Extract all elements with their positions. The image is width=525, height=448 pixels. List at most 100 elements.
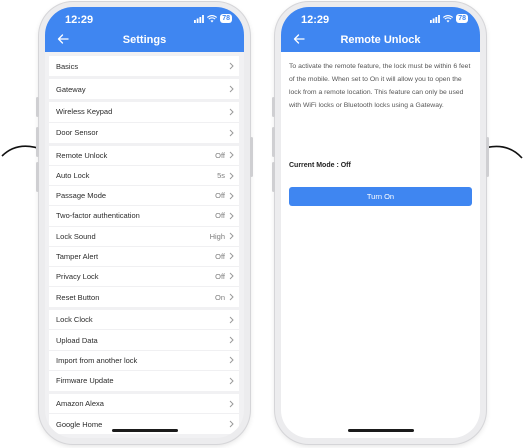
chevron-right-icon bbox=[229, 420, 234, 428]
settings-row-label: Gateway bbox=[56, 84, 86, 94]
chevron-right-icon bbox=[229, 232, 234, 240]
chevron-right-icon bbox=[229, 108, 234, 116]
settings-row-upload-data[interactable]: Upload Data bbox=[49, 330, 239, 351]
turn-on-button[interactable]: Turn On bbox=[289, 187, 472, 206]
settings-row-two-factor-authentication[interactable]: Two-factor authentication Off bbox=[49, 206, 239, 227]
status-time: 12:29 bbox=[65, 14, 94, 26]
remote-unlock-detail: To activate the remote feature, the lock… bbox=[281, 52, 480, 438]
volume-button bbox=[36, 97, 39, 117]
volume-button bbox=[272, 162, 275, 192]
home-indicator[interactable] bbox=[111, 429, 178, 432]
settings-group: Basics bbox=[49, 56, 239, 77]
settings-group: Remote Unlock Off Auto Lock 5s Passage Mode O… bbox=[49, 145, 239, 308]
settings-row-value: Off bbox=[215, 191, 225, 201]
settings-row-import-from-another-lock[interactable]: Import from another lock bbox=[49, 351, 239, 371]
settings-row-label: Import from another lock bbox=[56, 355, 138, 365]
settings-row-amazon-alexa[interactable]: Amazon Alexa bbox=[49, 394, 239, 415]
settings-row-reset-button[interactable]: Reset Button On bbox=[49, 287, 239, 307]
volume-button bbox=[36, 127, 39, 157]
settings-row-lock-clock[interactable]: Lock Clock bbox=[49, 310, 239, 331]
header-bar: 12:29 78 Remote Unlock bbox=[281, 7, 480, 52]
current-mode-label: Current Mode : bbox=[289, 162, 339, 169]
settings-row-value: On bbox=[214, 292, 225, 302]
left-screen: 12:29 78 Settings Basics Gateway Wireles… bbox=[45, 7, 244, 438]
battery-icon: 78 bbox=[220, 14, 232, 23]
chevron-right-icon bbox=[229, 151, 234, 159]
settings-row-passage-mode[interactable]: Passage Mode Off bbox=[49, 186, 239, 207]
settings-row-label: Lock Clock bbox=[56, 315, 93, 325]
settings-row-label: Two-factor authentication bbox=[56, 211, 140, 221]
settings-group: Gateway bbox=[49, 79, 239, 100]
chevron-right-icon bbox=[229, 273, 234, 280]
settings-row-label: Auto Lock bbox=[56, 171, 90, 181]
chevron-right-icon bbox=[229, 356, 234, 364]
wifi-icon bbox=[443, 14, 454, 22]
settings-row-label: Door Sensor bbox=[56, 128, 99, 138]
settings-row-wireless-keypad[interactable]: Wireless Keypad bbox=[49, 102, 239, 123]
settings-row-firmware-update[interactable]: Firmware Update bbox=[49, 371, 239, 391]
volume-button bbox=[272, 97, 275, 117]
current-mode: Current Mode : Off bbox=[289, 162, 351, 169]
home-indicator[interactable] bbox=[347, 429, 414, 432]
signal-icon bbox=[194, 14, 205, 23]
chevron-right-icon bbox=[229, 293, 234, 301]
wifi-icon bbox=[207, 14, 218, 22]
settings-row-label: Firmware Update bbox=[56, 376, 114, 386]
chevron-right-icon bbox=[229, 129, 234, 137]
right-screen: 12:29 78 Remote Unlock To activate the r… bbox=[281, 7, 480, 438]
settings-row-lock-sound[interactable]: Lock Sound High bbox=[49, 227, 239, 247]
settings-row-label: Lock Sound bbox=[56, 231, 96, 241]
chevron-right-icon bbox=[229, 400, 234, 407]
settings-group: Lock Clock Upload Data Import from another… bbox=[49, 310, 239, 391]
power-button bbox=[250, 137, 253, 177]
status-icons: 78 bbox=[194, 14, 232, 23]
settings-row-basics[interactable]: Basics bbox=[49, 56, 239, 76]
settings-row-tamper-alert[interactable]: Tamper Alert Off bbox=[49, 247, 239, 267]
settings-row-value: High bbox=[209, 231, 225, 241]
chevron-right-icon bbox=[229, 316, 234, 324]
volume-button bbox=[272, 127, 275, 157]
settings-row-gateway[interactable]: Gateway bbox=[49, 79, 239, 99]
settings-row-label: Remote Unlock bbox=[56, 150, 108, 160]
power-button bbox=[486, 137, 489, 177]
settings-group: Wireless Keypad Door Sensor bbox=[49, 102, 239, 143]
chevron-right-icon bbox=[229, 85, 234, 93]
settings-row-auto-lock[interactable]: Auto Lock 5s bbox=[49, 166, 239, 187]
settings-row-label: Tamper Alert bbox=[56, 251, 99, 261]
chevron-right-icon bbox=[229, 252, 234, 260]
settings-row-label: Passage Mode bbox=[56, 191, 107, 201]
settings-row-door-sensor[interactable]: Door Sensor bbox=[49, 123, 239, 143]
settings-row-label: Wireless Keypad bbox=[56, 107, 113, 117]
settings-row-remote-unlock[interactable]: Remote Unlock Off bbox=[49, 146, 239, 166]
battery-icon: 78 bbox=[456, 14, 468, 23]
page-title: Settings bbox=[122, 34, 167, 46]
chevron-right-icon bbox=[229, 377, 234, 385]
settings-row-value: 5s bbox=[217, 171, 225, 181]
chevron-right-icon bbox=[229, 192, 234, 200]
settings-row-value: Off bbox=[215, 251, 225, 261]
chevron-right-icon bbox=[229, 62, 234, 70]
settings-row-label: Reset Button bbox=[56, 292, 100, 302]
status-icons: 78 bbox=[430, 14, 468, 23]
settings-list: Basics Gateway Wireless Keypad Door Sensor R… bbox=[45, 52, 244, 437]
page-title: Remote Unlock bbox=[340, 34, 421, 46]
status-time: 12:29 bbox=[301, 14, 330, 26]
settings-row-privacy-lock[interactable]: Privacy Lock Off bbox=[49, 267, 239, 288]
signal-icon bbox=[430, 14, 441, 23]
chevron-right-icon bbox=[229, 172, 234, 179]
settings-row-value: Off bbox=[215, 271, 225, 281]
settings-row-label: Google Home bbox=[56, 419, 103, 429]
settings-row-label: Amazon Alexa bbox=[56, 399, 104, 409]
current-mode-value: Off bbox=[340, 162, 351, 169]
chevron-right-icon bbox=[229, 336, 234, 344]
settings-row-label: Basics bbox=[56, 61, 79, 71]
volume-button bbox=[36, 162, 39, 192]
settings-row-label: Upload Data bbox=[56, 335, 98, 345]
header-bar: 12:29 78 Settings bbox=[45, 7, 244, 52]
feature-description: To activate the remote feature, the lock… bbox=[289, 63, 471, 109]
settings-row-label: Privacy Lock bbox=[56, 271, 99, 281]
settings-row-value: Off bbox=[215, 150, 225, 160]
left-phone-frame: 12:29 78 Settings Basics Gateway Wireles… bbox=[36, 2, 253, 444]
chevron-right-icon bbox=[229, 212, 234, 220]
right-phone-frame: 12:29 78 Remote Unlock To activate the r… bbox=[272, 2, 489, 444]
